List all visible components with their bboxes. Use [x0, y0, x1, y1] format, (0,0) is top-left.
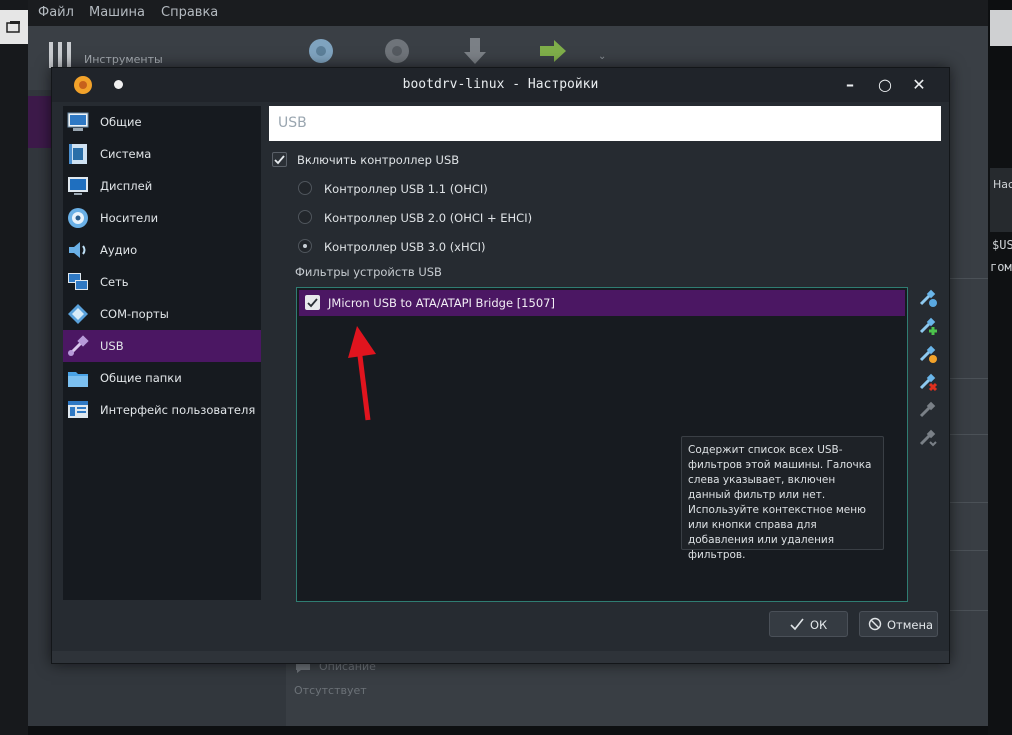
folder-icon	[68, 372, 88, 387]
sidebar-item-label: Интерфейс пользователя	[100, 403, 256, 417]
cancel-icon	[868, 617, 882, 631]
start-arrow-icon[interactable]	[538, 38, 568, 64]
sidebar-item-label: USB	[100, 339, 124, 353]
checkmark-icon	[274, 155, 285, 165]
list-item[interactable]: JMicron USB to ATA/ATAPI Bridge [1507]	[299, 290, 905, 316]
filter-name: JMicron USB to ATA/ATAPI Bridge [1507]	[328, 296, 555, 310]
terminal-text-2: гом	[990, 260, 1012, 274]
remove-filter-icon[interactable]	[918, 372, 938, 392]
check-icon	[790, 618, 804, 631]
monitor-icon	[67, 112, 89, 131]
terminal-text-1: $US	[992, 238, 1012, 252]
other-panel-edge: Нас	[990, 168, 1012, 232]
sidebar-item-label: COM-порты	[100, 307, 169, 321]
sidebar-item-label: Общие папки	[100, 371, 182, 385]
other-panel-text: Нас	[993, 178, 1012, 191]
desktop-left-edge	[0, 0, 28, 735]
ok-button[interactable]: ОК	[769, 611, 848, 637]
settings-gear-icon[interactable]	[306, 36, 336, 66]
discard-gear-icon[interactable]	[382, 36, 412, 66]
menu-machine[interactable]: Машина	[89, 5, 145, 20]
edit-filter-icon[interactable]	[918, 344, 938, 364]
enable-usb-controller-checkbox[interactable]	[272, 152, 287, 167]
taskbar-window-button[interactable]	[0, 10, 28, 44]
sidebar-item-com-ports[interactable]: COM-порты	[63, 298, 261, 330]
sidebar-item-user-interface[interactable]: Интерфейс пользователя	[63, 394, 261, 426]
move-up-filter-icon[interactable]	[918, 400, 938, 420]
sidebar-item-usb[interactable]: USB	[63, 330, 261, 362]
sidebar-item-shared-folders[interactable]: Общие папки	[63, 362, 261, 394]
usb-2-0-radio[interactable]	[298, 210, 312, 224]
settings-dialog: bootdrv-linux - Настройки – ○ ✕ Общие Си…	[51, 67, 950, 664]
usb-filters-label: Фильтры устройств USB	[295, 265, 442, 279]
enable-usb-controller-label[interactable]: Включить контроллер USB	[297, 153, 459, 167]
display-icon	[68, 177, 88, 195]
disk-icon	[68, 208, 88, 228]
chip-icon	[69, 144, 87, 164]
page-title-bar: USB	[269, 106, 941, 141]
sidebar-item-label: Носители	[100, 211, 159, 225]
start-dropdown-icon[interactable]: ⌄	[598, 51, 606, 62]
close-button[interactable]: ✕	[908, 74, 930, 96]
maximize-button[interactable]: ○	[874, 74, 896, 96]
cancel-button-label: Отмена	[887, 618, 934, 632]
sidebar-item-network[interactable]: Сеть	[63, 266, 261, 298]
minimize-button[interactable]: –	[839, 74, 861, 96]
sidebar-item-label: Система	[100, 147, 152, 161]
down-arrow-icon[interactable]	[462, 36, 488, 66]
usb-1-1-radio[interactable]	[298, 181, 312, 195]
filters-tooltip: Содержит список всех USB-фильтров этой м…	[681, 436, 884, 561]
usb-1-1-label[interactable]: Контроллер USB 1.1 (OHCI)	[324, 182, 488, 196]
sidebar-item-label: Аудио	[100, 243, 138, 257]
sidebar-item-system[interactable]: Система	[63, 138, 261, 170]
filter-enabled-checkbox[interactable]	[305, 295, 320, 310]
tooltip-text: Содержит список всех USB-фильтров этой м…	[688, 444, 872, 561]
dialog-titlebar[interactable]: bootdrv-linux - Настройки – ○ ✕	[52, 68, 949, 102]
dialog-bottom-edge	[52, 651, 949, 663]
cancel-button[interactable]: Отмена	[859, 611, 938, 637]
description-value: Отсутствует	[294, 684, 367, 697]
page-title: USB	[278, 115, 307, 131]
checkmark-icon	[307, 298, 318, 308]
usb-2-0-label[interactable]: Контроллер USB 2.0 (OHCI + EHCI)	[324, 211, 532, 225]
network-icon	[68, 273, 88, 290]
usb-icon	[68, 335, 89, 356]
sidebar-item-audio[interactable]: Аудио	[63, 234, 261, 266]
serial-port-icon	[68, 304, 88, 324]
menu-help[interactable]: Справка	[161, 5, 218, 20]
menu-file[interactable]: Файл	[38, 5, 74, 20]
sidebar-item-label: Дисплей	[100, 179, 153, 193]
dialog-title: bootdrv-linux - Настройки	[402, 77, 599, 92]
move-down-filter-icon[interactable]	[918, 428, 938, 448]
sidebar-item-label: Сеть	[100, 275, 129, 289]
ui-window-icon	[68, 401, 88, 418]
speaker-icon	[69, 242, 86, 258]
vm-list-selected-strip[interactable]	[28, 96, 52, 148]
annotation-arrow-icon	[348, 326, 376, 421]
sidebar-item-storage[interactable]: Носители	[63, 202, 261, 234]
sidebar-item-general[interactable]: Общие	[63, 106, 261, 138]
add-device-filter-icon[interactable]	[918, 316, 938, 336]
other-window-edge	[990, 10, 1012, 46]
main-menubar: Файл Машина Справка	[28, 0, 988, 26]
settings-sidebar: Общие Система Дисплей Носители Аудио Сет…	[63, 106, 261, 600]
add-empty-filter-icon[interactable]	[918, 288, 938, 308]
sidebar-item-label: Общие	[100, 115, 142, 129]
ok-button-label: ОК	[810, 618, 828, 632]
tools-label: Инструменты	[84, 53, 163, 66]
usb-3-0-radio[interactable]	[298, 239, 312, 253]
sidebar-item-display[interactable]: Дисплей	[63, 170, 261, 202]
usb-3-0-label[interactable]: Контроллер USB 3.0 (xHCI)	[324, 240, 486, 254]
